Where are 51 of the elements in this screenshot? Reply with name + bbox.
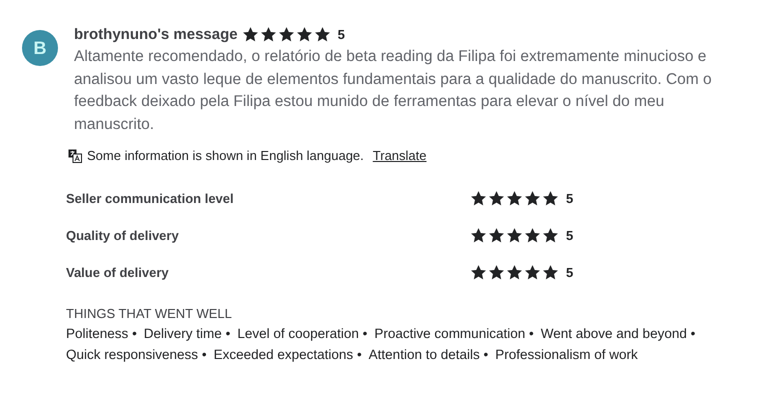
star-icon (506, 190, 523, 206)
star-icon (524, 190, 541, 206)
highlight-tag: Politeness (66, 326, 128, 341)
bullet-separator: • (690, 326, 696, 341)
star-icon (524, 264, 541, 280)
star-icon (470, 226, 487, 244)
rating-value: 5 (566, 228, 574, 242)
rating-value: 5 (566, 264, 574, 280)
highlight-tag: Quick responsiveness (66, 346, 198, 362)
star-icon (470, 264, 487, 280)
bullet-separator: • (484, 346, 488, 362)
rating-label: Value of delivery (66, 264, 170, 280)
rating-value: 5 (566, 190, 574, 206)
rating-value: 5 (338, 26, 345, 42)
star-icon (278, 26, 295, 42)
star-icon (524, 226, 541, 244)
bullet-separator: • (356, 346, 362, 362)
section-title: THINGS THAT WENT WELL (66, 306, 233, 321)
star-icon (542, 226, 559, 244)
bullet-separator: • (132, 326, 137, 341)
highlight-tag: Went above and beyond (540, 326, 687, 341)
star-icon (470, 190, 487, 206)
user-avatar: B (22, 30, 58, 66)
star-icon (296, 26, 313, 42)
highlight-tag: Level of cooperation (237, 326, 359, 341)
star-icon (506, 264, 523, 280)
highlight-tag: Professionalism of work (495, 346, 638, 362)
star-icon (488, 226, 505, 244)
highlight-tag: Exceeded expectations (214, 346, 354, 362)
star-icon (542, 264, 559, 280)
translate-link[interactable]: Translate (372, 148, 426, 163)
star-icon (314, 26, 331, 42)
bullet-separator: • (226, 326, 230, 341)
bullet-separator: • (362, 326, 368, 341)
bullet-separator: • (529, 326, 534, 341)
star-icon (260, 26, 277, 42)
rating-label: Quality of delivery (66, 228, 180, 242)
review-text: Altamente recomendado, o relatório de beta reading da Filipa foi extremamente minucioso e analisou um vasto leque de elementos fundamentais para a qualidade do manuscrito. Com o feedback deixado pela Filipa estou munido de ferramentas para elevar o nível do meu manuscrito. (74, 47, 713, 134)
highlight-tag: Proactive communication (374, 326, 526, 341)
star-icon (488, 264, 505, 280)
review-author: brothynuno's message (74, 26, 238, 42)
star-icon (542, 190, 559, 206)
translation-notice: Some information is shown in English language. (87, 148, 364, 163)
star-icon (488, 190, 505, 206)
bullet-separator: • (202, 346, 207, 362)
translate-icon (68, 148, 82, 162)
highlight-tag: Delivery time (144, 326, 222, 341)
highlight-tag: Attention to details (368, 346, 480, 362)
rating-label: Seller communication level (66, 190, 235, 206)
star-icon (506, 226, 523, 244)
star-icon (242, 26, 259, 42)
